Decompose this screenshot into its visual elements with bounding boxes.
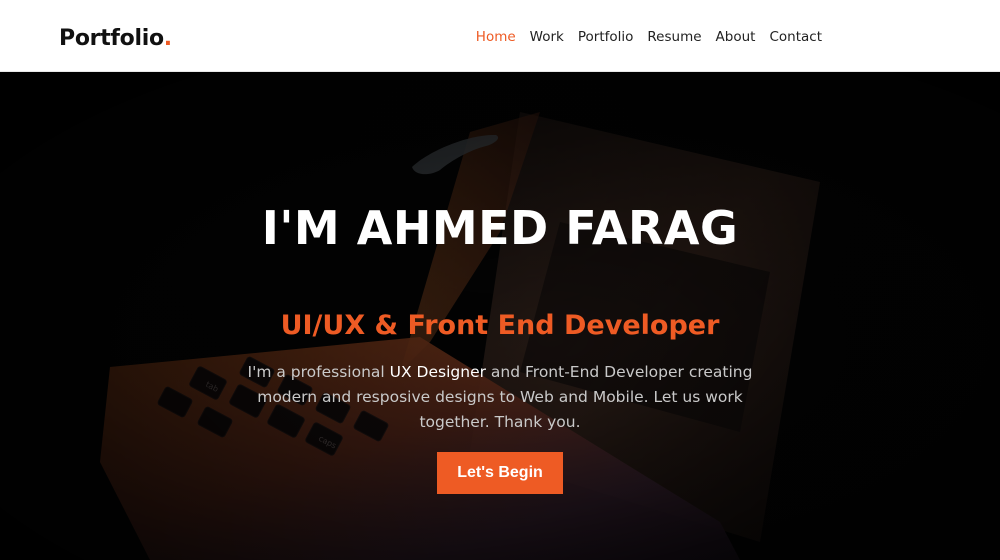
nav-menu: Home Work Portfolio Resume About Contact — [476, 27, 822, 47]
nav-item-contact[interactable]: Contact — [769, 29, 822, 45]
hero-desc-highlight: UX Designer — [389, 363, 486, 381]
hero-title: I'M AHMED FARAG — [261, 201, 739, 255]
brand-logo[interactable]: Portfolio. — [59, 24, 172, 54]
nav-item-resume[interactable]: Resume — [647, 29, 701, 45]
nav-item-home[interactable]: Home — [476, 29, 516, 45]
brand-name: Portfolio — [59, 26, 164, 51]
nav-item-about[interactable]: About — [716, 29, 756, 45]
hero-content: I'M AHMED FARAG UI/UX & Front End Develo… — [0, 72, 1000, 560]
hero-section: tab caps I'M AHMED FARAG UI/UX & Front E… — [0, 72, 1000, 560]
top-navbar: Portfolio. Home Work Portfolio Resume Ab… — [0, 0, 1000, 72]
nav-item-work[interactable]: Work — [530, 29, 564, 45]
brand-dot: . — [163, 26, 172, 51]
hero-subtitle: UI/UX & Front End Developer — [280, 310, 720, 341]
hero-description: I'm a professional UX Designer and Front… — [220, 360, 780, 435]
nav-item-portfolio[interactable]: Portfolio — [578, 29, 634, 45]
hero-desc-part-1: I'm a professional — [247, 363, 390, 381]
lets-begin-button[interactable]: Let's Begin — [437, 452, 563, 494]
